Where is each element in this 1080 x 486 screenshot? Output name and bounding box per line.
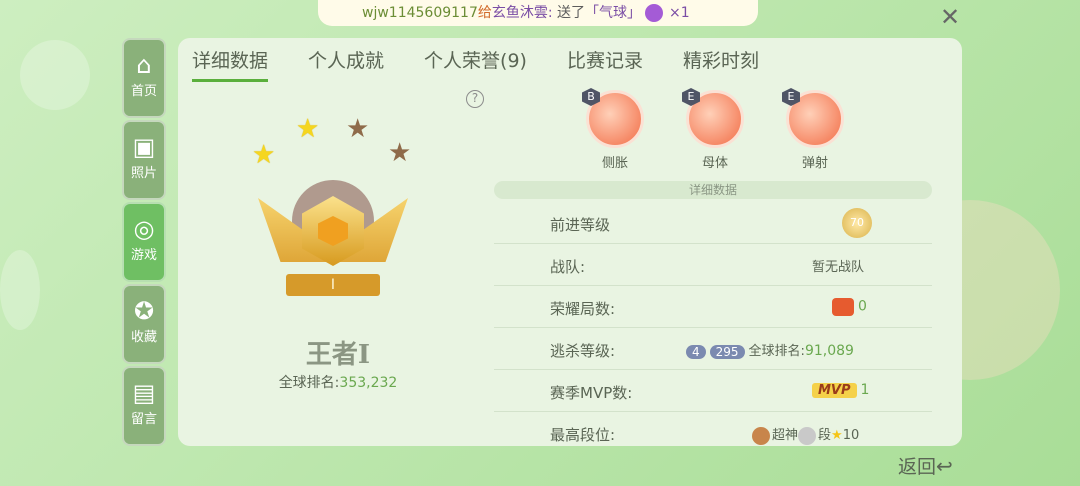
sidebar-item-messages[interactable]: ▤ 留言 (122, 366, 166, 446)
banner-give: 给 (477, 5, 492, 21)
rank-plate: Ⅰ (286, 274, 380, 296)
rank-emblem: Ⅰ (258, 178, 408, 308)
rank-global-label: 全球排名: (278, 375, 340, 391)
skill-list: B 侧胀 E 母体 E 弹射 (582, 88, 852, 178)
home-icon: ⌂ (136, 51, 152, 79)
tab-match-records[interactable]: 比赛记录 (567, 46, 643, 82)
rank-global: 全球排名:353,232 (248, 372, 428, 392)
list-item: 逃杀等级: 4 295 全球排名:91,089 (494, 328, 932, 370)
skill-item[interactable]: E 弹射 (782, 88, 848, 171)
star-icon: ★ (831, 428, 843, 443)
back-button[interactable]: 返回↩ (898, 452, 953, 479)
list-item: 荣耀局数: 0 (494, 286, 932, 328)
banner-gift: 「气球」 (585, 5, 642, 21)
details-list: 前进等级 70 战队: 暂无战队 荣耀局数: 0 逃杀等级: 4 295 全球排名:… (494, 202, 932, 454)
sidebar-item-label: 收藏 (130, 330, 157, 345)
rank-global-value: 353,232 (339, 375, 398, 391)
list-item: 战队: 暂无战队 (494, 244, 932, 286)
banner-user: wjw1145609117 (362, 5, 478, 21)
sidebar-item-favorites[interactable]: ✪ 收藏 (122, 284, 166, 364)
balloon-icon (645, 4, 664, 22)
list-item: 最高段位: 超神 段★10 (494, 412, 932, 454)
skill-item[interactable]: E 母体 (682, 88, 748, 171)
sidebar-item-games[interactable]: ◎ 游戏 (122, 202, 166, 282)
favorite-icon: ✪ (133, 297, 155, 325)
tab-achievements[interactable]: 个人成就 (308, 46, 384, 82)
highest-stars: 10 (842, 428, 860, 443)
back-label: 返回 (898, 456, 937, 478)
escape-rank-label: 全球排名: (748, 344, 805, 359)
tab-detailed-data[interactable]: 详细数据 (192, 46, 269, 82)
sidebar-item-label: 照片 (130, 166, 157, 181)
sidebar-item-label: 游戏 (130, 248, 157, 263)
highest-tier2: 段 (818, 428, 832, 443)
banner-recipient: 玄鱼沐雲: (491, 5, 553, 21)
close-icon: ✕ (939, 3, 961, 31)
sidebar-item-label: 留言 (130, 412, 157, 427)
tier-icon (752, 426, 770, 445)
skill-item[interactable]: B 侧胀 (582, 88, 648, 171)
sidebar-item-label: 首页 (130, 84, 157, 99)
banner-sent: 送了 (557, 5, 586, 21)
glory-label: 荣耀局数: (550, 300, 616, 318)
skill-name: 母体 (701, 156, 728, 171)
list-item: 前进等级 70 (494, 202, 932, 244)
rank-name: 王者Ⅰ (305, 340, 371, 370)
photo-icon: ▣ (132, 133, 156, 161)
message-icon: ▤ (132, 379, 156, 407)
sidebar-item-photos[interactable]: ▣ 照片 (122, 120, 166, 200)
escape-rank-value: 91,089 (804, 343, 854, 359)
glory-value: 0 (858, 298, 867, 315)
tab-honors[interactable]: 个人荣誉(9) (424, 46, 527, 82)
tier-icon-2 (798, 426, 817, 445)
tab-bar: 详细数据 个人成就 个人荣誉(9) 比赛记录 精彩时刻 (192, 46, 799, 82)
skill-name: 侧胀 (601, 156, 628, 171)
skill-name: 弹射 (801, 156, 828, 171)
mvp-badge: MVP (812, 383, 857, 398)
gamepad-icon: ◎ (133, 215, 155, 243)
advance-label: 前进等级 (550, 216, 611, 234)
help-icon[interactable]: ? (466, 90, 484, 108)
glory-badge-icon (832, 298, 854, 316)
team-label: 战队: (550, 258, 586, 276)
highest-label: 最高段位: (550, 426, 616, 444)
close-button[interactable]: ✕ (938, 3, 962, 31)
mvp-value: 1 (860, 382, 870, 398)
escape-label: 逃杀等级: (550, 342, 616, 360)
rank-stars: ★ ★ ★ ★ (252, 114, 422, 174)
details-section-title: 详细数据 (494, 181, 932, 199)
escape-points: 295 (709, 344, 745, 359)
star-icon: ★ (346, 114, 370, 144)
list-item: 赛季MVP数: MVP 1 (494, 370, 932, 412)
tab-highlights[interactable]: 精彩时刻 (683, 46, 759, 82)
escape-level-badge: 4 (686, 344, 706, 359)
banner-count: ×1 (669, 5, 690, 21)
sidebar-item-home[interactable]: ⌂ 首页 (122, 38, 166, 118)
level-medal-icon: 70 (842, 208, 872, 238)
star-icon: ★ (388, 138, 412, 168)
star-icon: ★ (252, 140, 276, 170)
gift-banner: wjw1145609117给玄鱼沐雲: 送了「气球」 ×1 (318, 0, 758, 26)
star-icon: ★ (296, 114, 320, 144)
main-panel: 详细数据 个人成就 个人荣誉(9) 比赛记录 精彩时刻 ? ★ ★ ★ ★ Ⅰ … (178, 38, 962, 446)
team-value: 暂无战队 (812, 260, 865, 275)
sidebar-nav: ⌂ 首页 ▣ 照片 ◎ 游戏 ✪ 收藏 ▤ 留言 (122, 38, 166, 448)
highest-tier: 超神 (772, 428, 799, 443)
mvp-label: 赛季MVP数: (550, 384, 633, 402)
back-arrow-icon: ↩ (936, 454, 953, 478)
